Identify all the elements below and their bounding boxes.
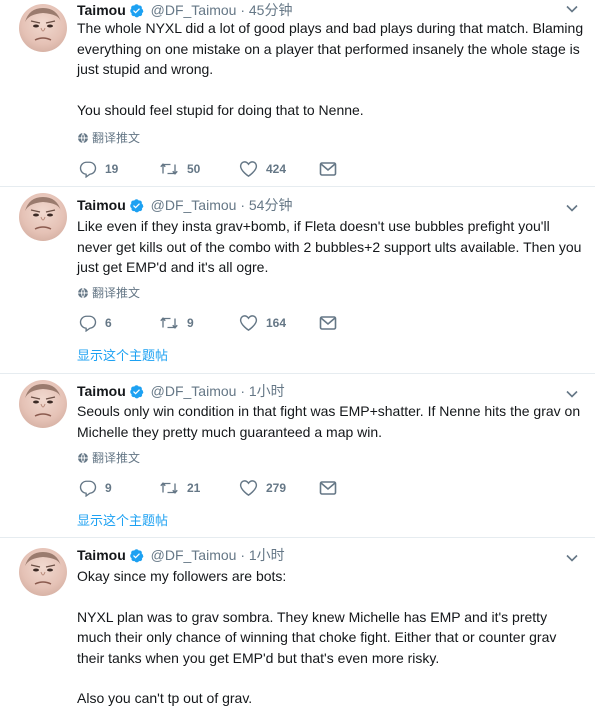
timestamp[interactable]: 1小时 [249,383,285,399]
like-count: 279 [266,481,287,495]
verified-badge-icon [130,199,144,213]
verified-badge-icon [130,385,144,399]
like-count: 424 [266,162,287,176]
globe-icon [78,287,88,299]
tweet-paragraph: Okay since my followers are bots: [77,568,287,584]
timestamp[interactable]: 1小时 [249,547,285,563]
avatar[interactable] [19,548,67,596]
reply-button[interactable]: 9 [79,478,112,498]
chevron-down-icon[interactable] [565,551,579,565]
display-name[interactable]: Taimou [77,383,126,399]
tweet-header: Taimou @DF_Taimou · 54分钟 [77,195,292,215]
verified-badge-icon [130,549,144,563]
verified-badge-icon [130,4,144,18]
reply-count: 19 [105,162,119,176]
like-button[interactable]: 164 [239,313,286,333]
like-button[interactable]: 424 [239,159,286,179]
reply-icon [79,480,97,497]
display-name[interactable]: Taimou [77,197,126,213]
reply-count: 6 [105,316,112,330]
globe-icon [78,132,88,144]
tweet-header: Taimou @DF_Taimou · 1小时 [77,381,285,401]
tweet-paragraph: You should feel stupid for doing that to… [77,101,364,118]
chevron-down-icon[interactable] [565,2,579,16]
timestamp[interactable]: 54分钟 [249,197,293,213]
tweet[interactable]: Taimou @DF_Taimou · 54分钟 Like even if th… [0,187,595,374]
separator-dot: · [240,383,245,399]
separator-dot: · [240,547,245,563]
tweet-text: Okay since my followers are bots: NYXL p… [77,566,585,709]
display-name[interactable]: Taimou [77,2,126,18]
tweet-paragraph: Also you can't tp out of grav. [77,690,253,706]
retweet-count: 50 [187,162,201,176]
direct-message-button[interactable] [319,313,337,333]
show-thread-link[interactable]: 显示这个主题帖 [77,510,168,529]
reply-button[interactable]: 19 [79,159,118,179]
tweet-paragraph: Seouls only win condition in that fight … [77,403,581,440]
user-handle[interactable]: @DF_Taimou [151,547,237,563]
separator-dot: · [240,197,245,213]
direct-message-button[interactable] [319,478,337,498]
translate-label: 翻译推文 [92,451,141,465]
heart-icon [239,315,258,331]
like-button[interactable]: 279 [239,478,286,498]
tweet-text: Seouls only win condition in that fight … [77,401,585,442]
globe-icon [78,452,88,464]
retweet-button[interactable]: 9 [159,313,194,333]
envelope-icon [319,316,337,330]
envelope-icon [319,481,337,495]
user-handle[interactable]: @DF_Taimou [151,197,237,213]
tweet-paragraph: The whole NYXL did a lot of good plays a… [77,20,584,77]
avatar[interactable] [19,380,67,428]
reply-button[interactable]: 6 [79,313,112,333]
translate-link[interactable]: 翻译推文 [77,129,140,146]
retweet-button[interactable]: 50 [159,159,200,179]
tweet-paragraph: Like even if they insta grav+bomb, if Fl… [77,218,582,275]
tweet-header: Taimou @DF_Taimou · 1小时 [77,545,285,565]
reply-icon [79,315,97,332]
translate-label: 翻译推文 [92,131,141,145]
translate-label: 翻译推文 [92,286,141,300]
retweet-button[interactable]: 21 [159,478,200,498]
retweet-count: 9 [187,316,194,330]
tweet[interactable]: Taimou @DF_Taimou · 1小时 Okay since my fo… [0,538,595,716]
retweet-count: 21 [187,481,201,495]
heart-icon [239,480,258,496]
display-name[interactable]: Taimou [77,547,126,563]
translate-link[interactable]: 翻译推文 [77,449,140,466]
separator-dot: · [240,2,245,18]
avatar[interactable] [19,193,67,241]
show-thread-link[interactable]: 显示这个主题帖 [77,345,168,364]
user-handle[interactable]: @DF_Taimou [151,2,237,18]
chevron-down-icon[interactable] [565,387,579,401]
tweet[interactable]: Taimou @DF_Taimou · 45分钟 The whole NYXL … [0,0,595,187]
avatar[interactable] [19,4,67,52]
heart-icon [239,161,258,177]
retweet-icon [160,317,178,329]
like-count: 164 [266,316,287,330]
timestamp[interactable]: 45分钟 [249,2,293,18]
tweet-text: Like even if they insta grav+bomb, if Fl… [77,216,585,278]
chevron-down-icon[interactable] [565,201,579,215]
envelope-icon [319,162,337,176]
tweet-header: Taimou @DF_Taimou · 45分钟 [77,0,292,20]
tweet-paragraph: NYXL plan was to grav sombra. They knew … [77,608,557,666]
retweet-icon [160,163,178,175]
user-handle[interactable]: @DF_Taimou [151,383,237,399]
direct-message-button[interactable] [319,159,337,179]
reply-count: 9 [105,481,112,495]
reply-icon [79,161,97,178]
tweet[interactable]: Taimou @DF_Taimou · 1小时 Seouls only win … [0,374,595,538]
tweet-text: The whole NYXL did a lot of good plays a… [77,18,585,120]
translate-link[interactable]: 翻译推文 [77,284,140,301]
retweet-icon [160,482,178,494]
